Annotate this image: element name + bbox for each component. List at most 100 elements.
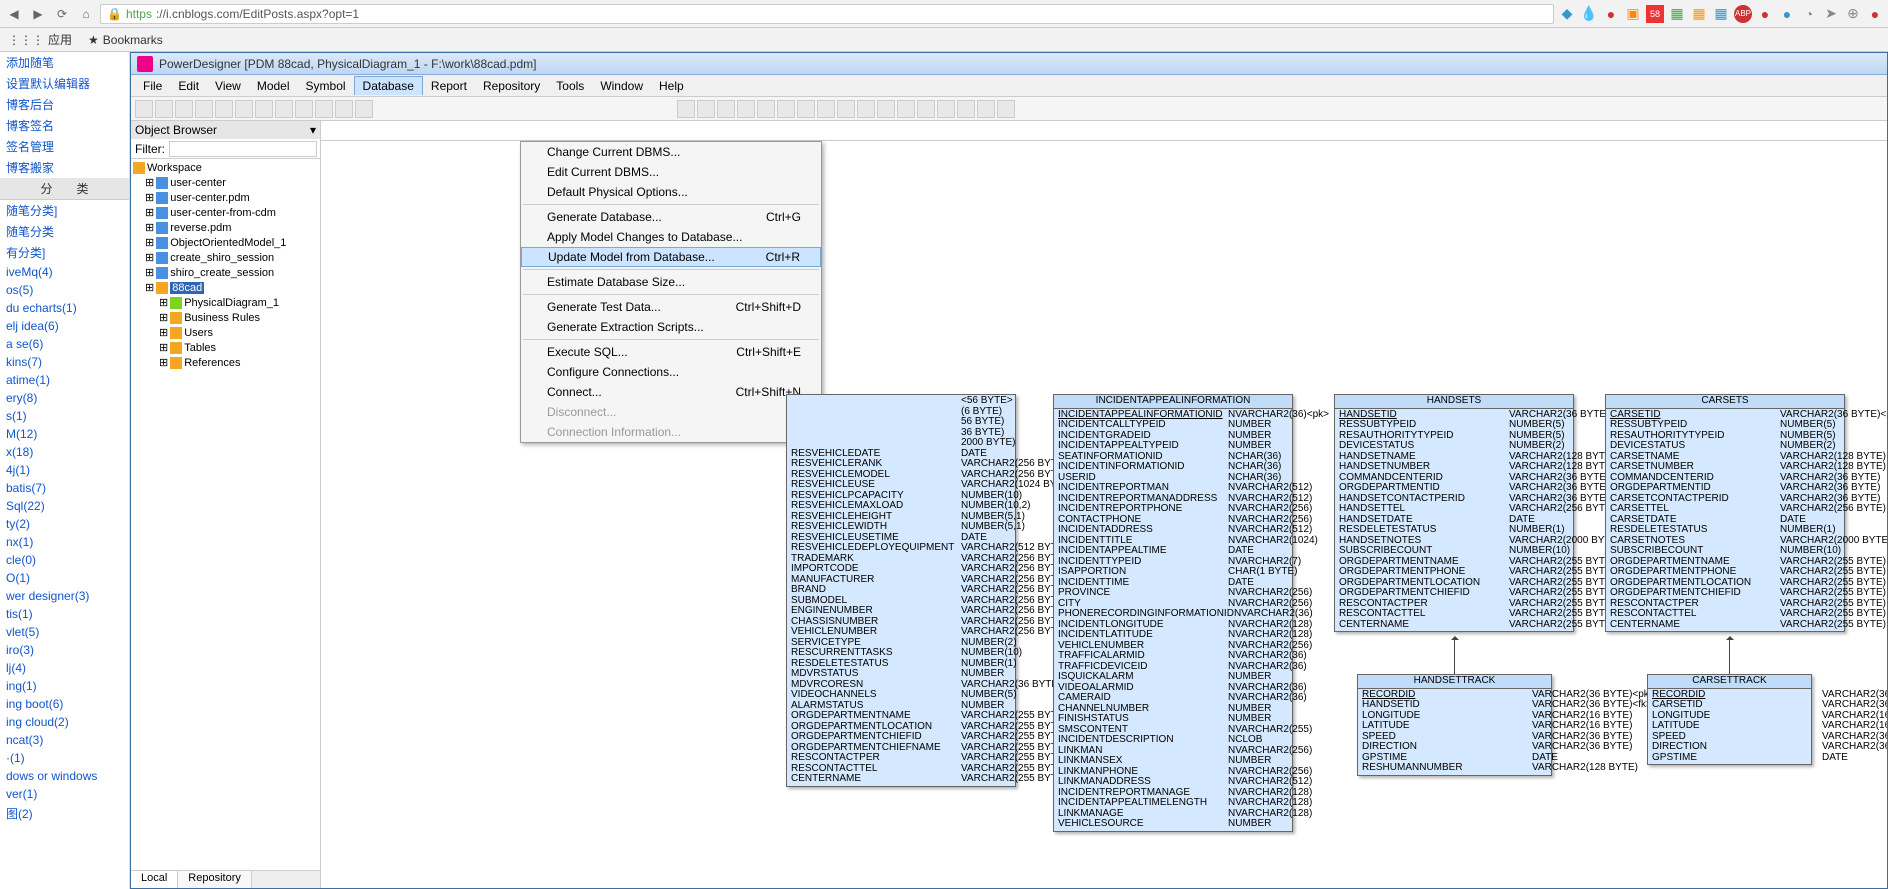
ext-icon[interactable]: ➤ — [1822, 5, 1840, 23]
toolbar-button[interactable] — [777, 100, 795, 118]
category-item[interactable]: batis(7) — [0, 479, 129, 497]
ext-icon[interactable]: ▦ — [1668, 5, 1686, 23]
ext-icon[interactable]: ▦ — [1712, 5, 1730, 23]
menu-model[interactable]: Model — [249, 77, 298, 95]
toolbar-button[interactable] — [155, 100, 173, 118]
category-item[interactable]: ing(1) — [0, 677, 129, 695]
toolbar-button[interactable] — [215, 100, 233, 118]
category-item[interactable]: ncat(3) — [0, 731, 129, 749]
menu-item[interactable]: Generate Database...Ctrl+G — [521, 207, 821, 227]
tree-node[interactable]: ⊞ create_shiro_session — [133, 250, 318, 265]
toolbar-button[interactable] — [897, 100, 915, 118]
ext-icon[interactable]: ● — [1602, 5, 1620, 23]
reload-button[interactable]: ⟳ — [52, 4, 72, 24]
sidebar-item[interactable]: 添加随笔 — [0, 52, 129, 73]
diagram-canvas[interactable]: Change Current DBMS...Edit Current DBMS.… — [321, 121, 1887, 888]
ext-icon[interactable]: ● — [1756, 5, 1774, 23]
category-item[interactable]: dows or windows — [0, 767, 129, 785]
menu-window[interactable]: Window — [592, 77, 651, 95]
menu-item[interactable]: Default Physical Options... — [521, 182, 821, 202]
menu-report[interactable]: Report — [423, 77, 475, 95]
toolbar-button[interactable] — [797, 100, 815, 118]
ext-icon[interactable]: 💧 — [1580, 5, 1598, 23]
toolbar-button[interactable] — [997, 100, 1015, 118]
menu-symbol[interactable]: Symbol — [298, 77, 354, 95]
tree-node[interactable]: ⊞ ObjectOrientedModel_1 — [133, 235, 318, 250]
toolbar-button[interactable] — [837, 100, 855, 118]
toolbar-button[interactable] — [937, 100, 955, 118]
category-item[interactable]: a se(6) — [0, 335, 129, 353]
menu-tools[interactable]: Tools — [548, 77, 592, 95]
category-item[interactable]: 随笔分类 — [0, 221, 129, 242]
menu-help[interactable]: Help — [651, 77, 692, 95]
tree-view[interactable]: Workspace⊞ user-center⊞ user-center.pdm⊞… — [131, 159, 320, 870]
menu-view[interactable]: View — [207, 77, 249, 95]
menu-item[interactable]: Estimate Database Size... — [521, 272, 821, 292]
entity-carsets[interactable]: CARSETSCARSETIDVARCHAR2(36 BYTE) <pk>RES… — [1605, 394, 1845, 632]
toolbar-button[interactable] — [737, 100, 755, 118]
sidebar-item[interactable]: 博客签名 — [0, 115, 129, 136]
category-item[interactable]: ·(1) — [0, 749, 129, 767]
menu-item[interactable]: Apply Model Changes to Database... — [521, 227, 821, 247]
category-item[interactable]: elj idea(6) — [0, 317, 129, 335]
category-item[interactable]: os(5) — [0, 281, 129, 299]
category-item[interactable]: 图(2) — [0, 803, 129, 824]
category-item[interactable]: 4j(1) — [0, 461, 129, 479]
toolbar-button[interactable] — [917, 100, 935, 118]
url-bar[interactable]: 🔒 https://i.cnblogs.com/EditPosts.aspx?o… — [100, 4, 1554, 24]
tree-node[interactable]: ⊞ user-center — [133, 175, 318, 190]
category-item[interactable]: vlet(5) — [0, 623, 129, 641]
entity-carsettrack[interactable]: CARSETTRACKRECORDIDVARCHAR2(36 BYTE) <pk… — [1647, 674, 1812, 765]
filter-input[interactable] — [169, 141, 317, 157]
toolbar-button[interactable] — [977, 100, 995, 118]
ext-icon[interactable]: ◆ — [1558, 5, 1576, 23]
ext-icon[interactable]: ● — [1778, 5, 1796, 23]
category-item[interactable]: x(18) — [0, 443, 129, 461]
category-item[interactable]: iro(3) — [0, 641, 129, 659]
category-item[interactable]: 随笔分类] — [0, 200, 129, 221]
tree-node[interactable]: ⊞ References — [133, 355, 318, 370]
menu-item[interactable]: Generate Extraction Scripts... — [521, 317, 821, 337]
tree-node[interactable]: ⊞ Tables — [133, 340, 318, 355]
menu-item[interactable]: Configure Connections... — [521, 362, 821, 382]
menu-edit[interactable]: Edit — [170, 77, 207, 95]
tab-local[interactable]: Local — [131, 871, 178, 888]
abp-icon[interactable]: ABP — [1734, 5, 1752, 23]
ext-icon[interactable]: ● — [1866, 5, 1884, 23]
toolbar-button[interactable] — [817, 100, 835, 118]
toolbar-button[interactable] — [195, 100, 213, 118]
category-item[interactable]: nx(1) — [0, 533, 129, 551]
toolbar-button[interactable] — [877, 100, 895, 118]
tree-node[interactable]: ⊞ shiro_create_session — [133, 265, 318, 280]
category-item[interactable]: du echarts(1) — [0, 299, 129, 317]
toolbar-button[interactable] — [677, 100, 695, 118]
category-item[interactable]: M(12) — [0, 425, 129, 443]
category-item[interactable]: ty(2) — [0, 515, 129, 533]
tab-repository[interactable]: Repository — [178, 871, 252, 888]
menu-item[interactable]: Update Model from Database...Ctrl+R — [521, 247, 821, 267]
sidebar-item[interactable]: 签名管理 — [0, 136, 129, 157]
menu-item[interactable]: Connect...Ctrl+Shift+N — [521, 382, 821, 402]
category-item[interactable]: ery(8) — [0, 389, 129, 407]
category-item[interactable]: iveMq(4) — [0, 263, 129, 281]
category-item[interactable]: cle(0) — [0, 551, 129, 569]
menu-item[interactable]: Execute SQL...Ctrl+Shift+E — [521, 342, 821, 362]
category-item[interactable]: atime(1) — [0, 371, 129, 389]
forward-button[interactable]: ▶ — [28, 4, 48, 24]
toolbar-button[interactable] — [295, 100, 313, 118]
tree-node[interactable]: ⊞ user-center-from-cdm — [133, 205, 318, 220]
category-item[interactable]: O(1) — [0, 569, 129, 587]
dropdown-icon[interactable]: ▾ — [310, 123, 316, 137]
entity-resvehicle[interactable]: <56 BYTE>(6 BYTE)56 BYTE)36 BYTE)2000 BY… — [786, 394, 1016, 787]
home-button[interactable]: ⌂ — [76, 4, 96, 24]
menu-database[interactable]: Database — [354, 76, 423, 95]
category-item[interactable]: ing boot(6) — [0, 695, 129, 713]
back-button[interactable]: ◀ — [4, 4, 24, 24]
tree-node[interactable]: ⊞ 88cad — [133, 280, 318, 295]
entity-handsettrack[interactable]: HANDSETTRACKRECORDIDVARCHAR2(36 BYTE) <p… — [1357, 674, 1552, 776]
toolbar-button[interactable] — [315, 100, 333, 118]
menu-file[interactable]: File — [135, 77, 170, 95]
category-item[interactable]: ver(1) — [0, 785, 129, 803]
category-item[interactable]: Sql(22) — [0, 497, 129, 515]
category-item[interactable]: ing cloud(2) — [0, 713, 129, 731]
